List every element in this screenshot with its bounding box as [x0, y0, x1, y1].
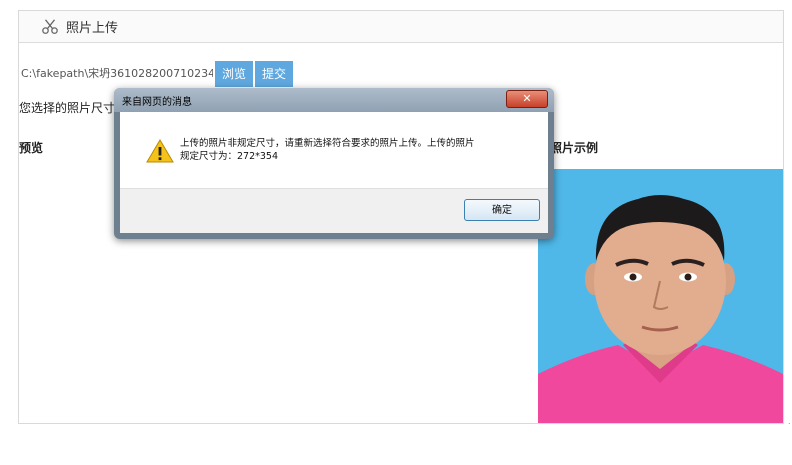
dialog-button-area: 确定 — [120, 188, 548, 233]
sample-label: 照片示例 — [550, 141, 599, 155]
panel-title: 照片上传 — [66, 21, 119, 36]
message-dialog: 来自网页的消息 ✕ 上传的照片非规定尺寸，请重新选择符合要求的照片上传。上传的照… — [114, 88, 554, 239]
file-path-input[interactable]: C:\fakepath\宋坍361028200710234 — [19, 62, 213, 86]
dialog-message: 上传的照片非规定尺寸，请重新选择符合要求的照片上传。上传的照片 规定尺寸为：27… — [180, 137, 530, 163]
scissors-icon — [42, 18, 58, 34]
close-button[interactable]: ✕ — [506, 90, 548, 108]
message-line-2: 规定尺寸为：272*354 — [180, 151, 279, 162]
stray-mark: . — [788, 417, 791, 426]
warning-icon — [146, 139, 174, 163]
ok-button[interactable]: 确定 — [464, 199, 540, 221]
dialog-body: 上传的照片非规定尺寸，请重新选择符合要求的照片上传。上传的照片 规定尺寸为：27… — [120, 112, 548, 233]
message-line-1: 上传的照片非规定尺寸，请重新选择符合要求的照片上传。上传的照片 — [180, 138, 475, 149]
submit-button[interactable]: 提交 — [255, 61, 294, 87]
sample-photo — [538, 169, 783, 423]
upload-row: C:\fakepath\宋坍361028200710234 浏览 提交 — [19, 61, 294, 87]
panel-header: 照片上传 — [19, 11, 783, 43]
selected-size-text: 您选择的照片尺寸 — [19, 101, 116, 115]
dialog-title: 来自网页的消息 — [122, 97, 192, 108]
browse-button[interactable]: 浏览 — [215, 61, 254, 87]
message-area: 上传的照片非规定尺寸，请重新选择符合要求的照片上传。上传的照片 规定尺寸为：27… — [120, 112, 548, 188]
preview-label: 预览 — [19, 141, 44, 155]
dialog-titlebar: 来自网页的消息 ✕ — [114, 88, 554, 112]
close-icon: ✕ — [522, 92, 532, 105]
